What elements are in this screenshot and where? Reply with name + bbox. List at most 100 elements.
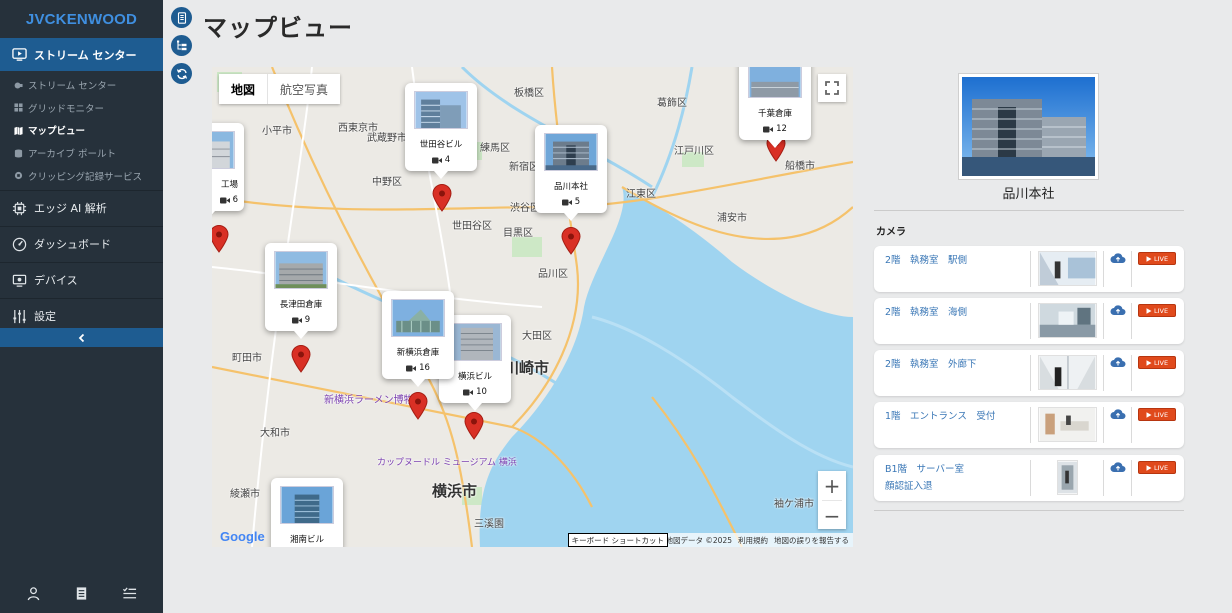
site-card-chiba[interactable]: 千葉倉庫 12 xyxy=(739,67,811,148)
refresh-icon xyxy=(176,68,187,79)
zoom-in-button[interactable]: + xyxy=(818,471,846,500)
map-type-satellite[interactable]: 航空写真 xyxy=(267,74,340,104)
page-title: マップビュー xyxy=(203,14,353,42)
live-label: LIVE xyxy=(1153,358,1169,367)
live-label: LIVE xyxy=(1153,463,1169,472)
map-label: 目黒区 xyxy=(503,228,533,239)
live-button[interactable]: LIVE xyxy=(1138,408,1176,421)
live-button[interactable]: LIVE xyxy=(1138,252,1176,265)
cloud-upload-icon[interactable] xyxy=(1110,461,1126,473)
selected-site-name: 品川本社 xyxy=(1002,187,1055,202)
camera-count: 9 xyxy=(271,315,331,325)
map-label: 袖ケ浦市 xyxy=(774,499,814,510)
cloud-upload-icon[interactable] xyxy=(1110,356,1126,368)
sub-item-map-view[interactable]: マップビュー xyxy=(0,119,163,142)
tree-view-button[interactable] xyxy=(171,35,192,56)
sub-item-grid-monitor[interactable]: グリッドモニター xyxy=(0,97,163,120)
live-button[interactable]: LIVE xyxy=(1138,304,1176,317)
map-label: 武蔵野市 xyxy=(367,133,407,144)
sub-item-stream-center[interactable]: ストリーム センター xyxy=(0,74,163,97)
map-pin-icon[interactable] xyxy=(291,345,311,373)
nav-dashboard-label: ダッシュボード xyxy=(34,238,111,252)
map-pin-icon[interactable] xyxy=(464,412,484,440)
subnav: ストリーム センター グリッドモニター マップビュー アーカイブ ポールト クリ… xyxy=(0,71,163,190)
user-icon[interactable] xyxy=(25,584,43,602)
fullscreen-button[interactable] xyxy=(818,74,846,102)
camera-count-value: 16 xyxy=(419,363,430,373)
live-button[interactable]: LIVE xyxy=(1138,461,1176,474)
site-name: 横浜ビル xyxy=(457,372,492,382)
site-card-shin-yokohama[interactable]: 新横浜倉庫 16 xyxy=(382,291,454,387)
nav-edge-ai-item[interactable]: エッジ AI 解析 xyxy=(0,191,163,226)
camera-thumbnail xyxy=(1038,251,1097,286)
camera-count-value: 10 xyxy=(476,387,487,397)
sub-item-label: クリッピング記録サービス xyxy=(28,171,143,183)
camera-row[interactable]: 2階 執務室 駅側 LIVE xyxy=(874,246,1184,292)
video-camera-icon xyxy=(406,365,417,371)
divider xyxy=(1030,407,1031,443)
map-type-roadmap[interactable]: 地図 xyxy=(219,74,267,104)
nav-edge-ai-label: エッジ AI 解析 xyxy=(34,202,107,216)
map-label: 板橋区 xyxy=(514,88,544,99)
site-card-shinagawa[interactable]: 品川本社 5 xyxy=(535,125,607,221)
map-label: カップヌードル ミュージアム 横浜 xyxy=(377,458,517,468)
camera-list-button[interactable] xyxy=(171,7,192,28)
cloud-upload-icon[interactable] xyxy=(1110,252,1126,264)
video-camera-icon xyxy=(431,157,442,163)
site-card-factory[interactable]: 工場 6 xyxy=(212,123,244,219)
camera-count: 10 xyxy=(445,387,505,397)
task-list-icon[interactable] xyxy=(120,584,138,602)
sidebar-collapse-button[interactable] xyxy=(0,328,163,347)
building-thumbnail xyxy=(448,323,502,361)
nav-device[interactable]: デバイス xyxy=(0,261,163,298)
keyboard-shortcuts-button[interactable]: キーボード ショートカット xyxy=(567,533,668,547)
nav-edge-ai[interactable]: エッジ AI 解析 xyxy=(0,189,163,226)
camera-row[interactable]: 2階 執務室 外廊下 LIVE xyxy=(874,350,1184,396)
map-view[interactable]: 板橋区 葛飾区 西東京市 武蔵野市 小平市 練馬区 中野区 新宿区 江戸川区 船… xyxy=(212,67,853,547)
map-pin-icon[interactable] xyxy=(212,225,229,253)
play-icon xyxy=(1146,307,1152,314)
site-card-setagaya[interactable]: 世田谷ビル 4 xyxy=(405,83,477,179)
map-pin-icon[interactable] xyxy=(408,392,428,420)
nav-dashboard[interactable]: ダッシュボード xyxy=(0,225,163,262)
divider xyxy=(1131,303,1132,339)
zoom-out-button[interactable]: − xyxy=(818,501,846,530)
nav-device-item[interactable]: デバイス xyxy=(0,263,163,298)
live-button[interactable]: LIVE xyxy=(1138,356,1176,369)
nav-stream-center[interactable]: ストリーム センター xyxy=(0,38,163,71)
nav-dashboard-item[interactable]: ダッシュボード xyxy=(0,227,163,262)
live-label: LIVE xyxy=(1153,306,1169,315)
map-type-toggle: 地図 航空写真 xyxy=(219,74,341,104)
sub-item-archive[interactable]: アーカイブ ポールト xyxy=(0,142,163,165)
map-attribution: 地図データ ©2025 利用規約 地図の誤りを報告する xyxy=(661,533,853,547)
document-icon[interactable] xyxy=(72,584,90,602)
terms-link[interactable]: 利用規約 xyxy=(738,535,768,546)
play-screen-icon xyxy=(12,47,27,62)
video-camera-icon xyxy=(561,199,572,205)
refresh-button[interactable] xyxy=(171,63,192,84)
camera-name: 2階 執務室 外廊下 xyxy=(885,359,977,370)
site-card-nagatsuta[interactable]: 長津田倉庫 9 xyxy=(265,243,337,339)
camera-row[interactable]: B1階 サーバー室 顔認証入退 LIVE xyxy=(874,455,1184,501)
site-card-shonan[interactable]: 湘南ビル xyxy=(271,478,343,547)
map-label: 江東区 xyxy=(626,189,656,200)
map-pin-icon[interactable] xyxy=(432,184,452,212)
live-label: LIVE xyxy=(1153,254,1169,263)
map-label: 江戸川区 xyxy=(674,146,714,157)
sub-item-clipping[interactable]: クリッピング記録サービス xyxy=(0,164,163,187)
camera-count: 4 xyxy=(411,155,471,165)
divider xyxy=(1103,355,1104,391)
divider xyxy=(1103,407,1104,443)
map-pin-icon[interactable] xyxy=(561,227,581,255)
cloud-upload-icon[interactable] xyxy=(1110,408,1126,420)
camera-name: 1階 エントランス 受付 xyxy=(885,411,996,422)
report-error-link[interactable]: 地図の誤りを報告する xyxy=(774,535,849,546)
map-label: 葛飾区 xyxy=(657,98,687,109)
camera-row[interactable]: 2階 執務室 海側 LIVE xyxy=(874,298,1184,344)
camera-row[interactable]: 1階 エントランス 受付 LIVE xyxy=(874,402,1184,448)
camera-count: 6 xyxy=(212,195,238,205)
cloud-upload-icon[interactable] xyxy=(1110,304,1126,316)
sidebar: JVCKENWOOD ストリーム センター ストリーム センター グリッドモニタ… xyxy=(0,0,163,613)
camera-count: 12 xyxy=(745,124,805,134)
divider xyxy=(1030,355,1031,391)
